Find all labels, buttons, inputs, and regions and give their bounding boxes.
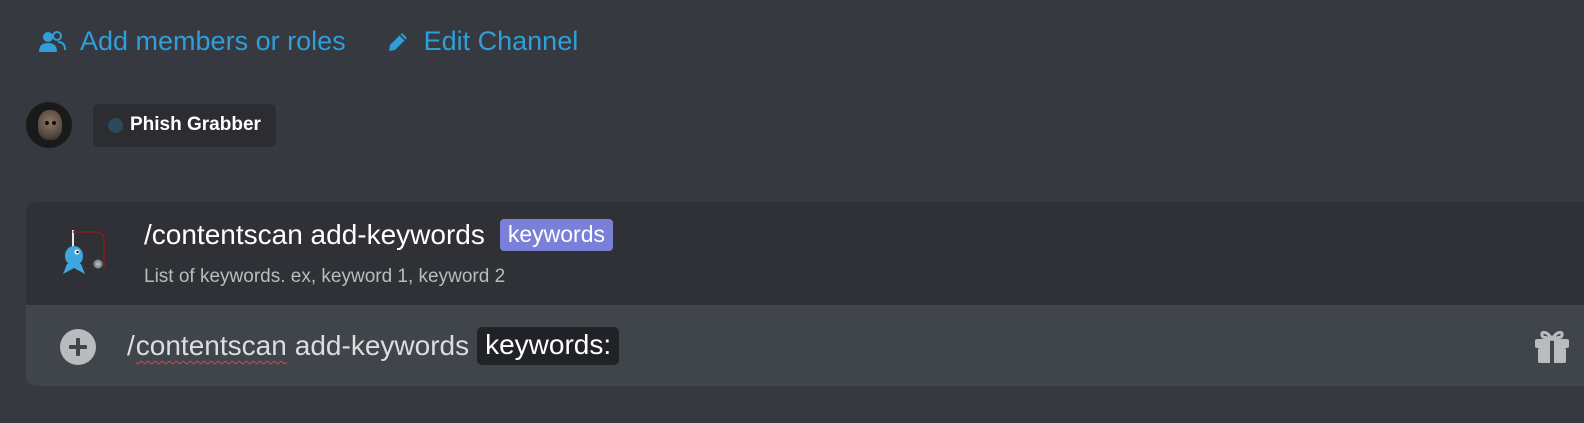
edit-channel-label: Edit Channel [423, 26, 579, 56]
pencil-icon [388, 32, 407, 51]
fish-bot-icon [63, 230, 105, 274]
members-icon [39, 30, 66, 52]
command-description: List of keywords. ex, keyword 1, keyword… [144, 266, 506, 287]
add-members-button[interactable]: Add members or roles [38, 26, 346, 57]
option-pill[interactable]: keywords [499, 219, 614, 251]
member-name: Phish Grabber [130, 114, 261, 135]
input-command: contentscan [135, 330, 287, 361]
gift-icon[interactable] [1532, 325, 1572, 365]
edit-channel-button[interactable]: Edit Channel [386, 26, 579, 57]
add-attachment-icon[interactable] [60, 329, 96, 365]
channel-header-actions: Add members or roles Edit Channel [38, 26, 578, 57]
input-slash: / [127, 330, 135, 361]
member-row: Phish Grabber [26, 102, 276, 148]
avatar[interactable] [26, 102, 72, 148]
command-line: /contentscan add-keywords keywords [144, 219, 614, 251]
message-input-row[interactable]: / contentscan add-keywords keywords: [26, 305, 1584, 386]
composer-panel: /contentscan add-keywords keywords List … [26, 202, 1584, 386]
member-chip[interactable]: Phish Grabber [93, 103, 276, 147]
command-name: /contentscan add-keywords [144, 219, 485, 250]
command-suggestion[interactable]: /contentscan add-keywords keywords List … [26, 202, 1584, 305]
add-members-label: Add members or roles [80, 26, 346, 56]
message-input[interactable]: / contentscan add-keywords keywords: [127, 327, 620, 365]
input-option-box[interactable]: keywords: [477, 327, 620, 365]
input-subcommand: add-keywords [294, 330, 470, 361]
status-dot [108, 117, 123, 133]
